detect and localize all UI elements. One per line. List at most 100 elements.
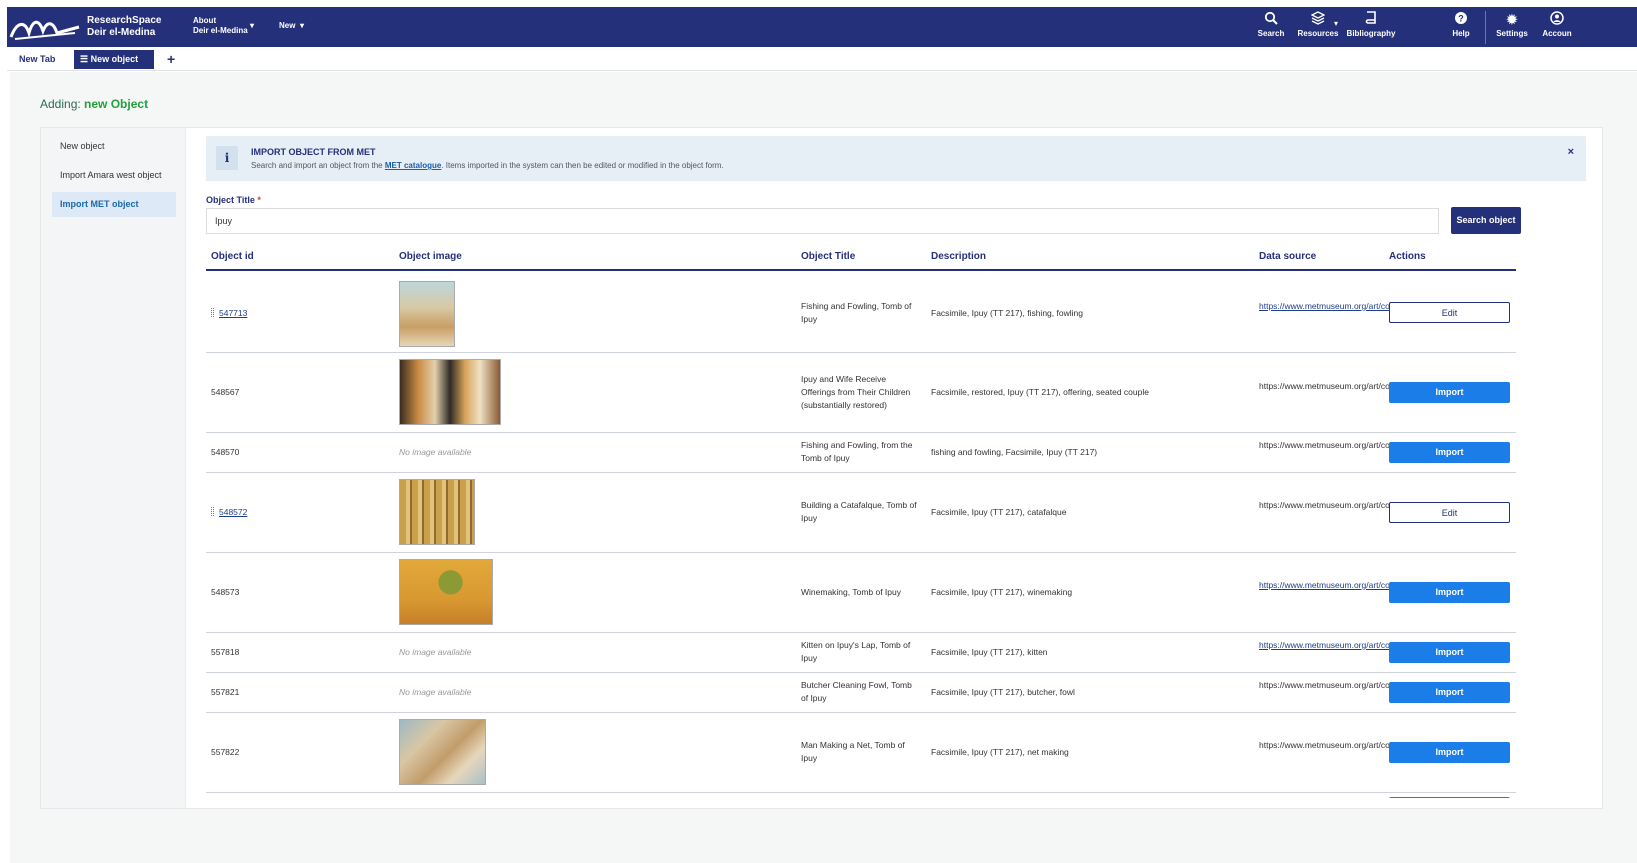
no-image-text: No image available (399, 447, 472, 457)
resources-tool[interactable]: Resources (1288, 11, 1348, 38)
bibliography-tool[interactable]: Bibliography (1341, 11, 1401, 38)
col-object-id: Object id (211, 251, 254, 262)
close-icon[interactable]: × (1568, 146, 1574, 158)
object-thumbnail[interactable] (399, 281, 455, 347)
add-tab-button[interactable]: + (167, 50, 175, 69)
info-banner: i IMPORT OBJECT FROM MET Search and impo… (206, 136, 1586, 181)
object-id: 548567 (211, 387, 240, 397)
user-icon (1532, 11, 1582, 29)
required-marker: * (257, 195, 261, 205)
import-button-partial[interactable] (1389, 797, 1510, 798)
data-source-text: https://www.metmuseum.org/art/collection… (1259, 381, 1475, 391)
object-title-input[interactable] (206, 208, 1439, 234)
object-id-link[interactable]: 548572 (211, 506, 247, 519)
object-title: Man Making a Net, Tomb of Ipuy (801, 740, 905, 763)
data-source-link[interactable]: https://www.metmuseum.org/art/collection… (1259, 579, 1475, 592)
no-image-text: No image available (399, 647, 472, 657)
search-object-button[interactable]: Search object (1451, 207, 1521, 234)
import-button[interactable]: Import (1389, 442, 1510, 463)
import-button[interactable]: Import (1389, 582, 1510, 603)
brand[interactable]: ResearchSpace Deir el-Medina (87, 15, 162, 39)
table-header: Object id Object image Object Title Desc… (206, 243, 1516, 271)
chevron-down-icon: ▾ (1334, 19, 1339, 28)
sidebar-item-new-object[interactable]: New object (52, 134, 176, 159)
object-description: Facsimile, Ipuy (TT 217), winemaking (931, 587, 1073, 597)
table-row: 548572 Building a Catafalque, Tomb of Ip… (206, 473, 1516, 553)
info-text-after: . Items imported in the system can then … (441, 161, 724, 170)
data-source-text: https://www.metmuseum.org/art/collection… (1259, 680, 1475, 690)
page-content: Adding: new Object New object Import Ama… (10, 72, 1637, 863)
col-object-image: Object image (399, 251, 462, 262)
object-description: Facsimile, Ipuy (TT 217), kitten (931, 647, 1048, 657)
col-object-title: Object Title (801, 251, 856, 262)
object-thumbnail[interactable] (399, 719, 486, 785)
edit-button[interactable]: Edit (1389, 502, 1510, 523)
results-table: 547713 Fishing and Fowling, Tomb of Ipuy… (206, 273, 1516, 798)
data-source-link[interactable]: https://www.metmuseum.org/art/collection… (1259, 300, 1475, 313)
tab-bar: New Tab ☰ New object + (7, 47, 1637, 71)
object-id: 548572 (219, 507, 248, 517)
drag-handle-icon[interactable] (211, 308, 214, 317)
object-id-link[interactable]: 547713 (211, 307, 247, 320)
table-row: 548567 Ipuy and Wife Receive Offerings f… (206, 353, 1516, 433)
object-id: 548573 (211, 587, 240, 597)
object-thumbnail[interactable] (399, 479, 475, 545)
search-tool-label: Search (1257, 29, 1285, 38)
logo-icon[interactable] (9, 13, 81, 43)
tab-new-tab[interactable]: New Tab (19, 50, 55, 69)
object-title: Kitten on Ipuy's Lap, Tomb of Ipuy (801, 640, 911, 663)
object-id: 547713 (219, 308, 248, 318)
table-row: 557818 No image available Kitten on Ipuy… (206, 633, 1516, 673)
account-tool[interactable]: Accoun (1532, 11, 1582, 38)
import-button[interactable]: Import (1389, 742, 1510, 763)
new-menu[interactable]: New ▾ (279, 21, 304, 31)
sidebar-item-import-met[interactable]: Import MET object (52, 192, 176, 217)
table-row: 548573 Winemaking, Tomb of Ipuy Facsimil… (206, 553, 1516, 633)
new-label: New (279, 21, 296, 30)
page-title: Adding: new Object (40, 97, 148, 111)
object-description: Facsimile, Ipuy (TT 217), catafalque (931, 507, 1067, 517)
object-description: Facsimile, restored, Ipuy (TT 217), offe… (931, 387, 1149, 397)
object-thumbnail[interactable] (399, 359, 501, 425)
layers-icon (1288, 11, 1348, 29)
met-catalogue-link[interactable]: MET catalogue (385, 161, 441, 170)
object-title: Ipuy and Wife Receive Offerings from The… (801, 374, 911, 410)
edit-list-icon: ☰ (80, 54, 89, 64)
object-title: Building a Catafalque, Tomb of Ipuy (801, 500, 917, 523)
edit-button[interactable]: Edit (1389, 302, 1510, 323)
svg-text:?: ? (1458, 14, 1464, 24)
info-icon: i (216, 146, 238, 170)
sidebar-item-import-amara-west[interactable]: Import Amara west object (52, 163, 176, 188)
object-thumbnail[interactable] (399, 559, 493, 625)
import-button[interactable]: Import (1389, 682, 1510, 703)
object-description: fishing and fowling, Facsimile, Ipuy (TT… (931, 447, 1098, 457)
import-button[interactable]: Import (1389, 642, 1510, 663)
chevron-down-icon: ▾ (250, 21, 255, 30)
object-title: Fishing and Fowling, Tomb of Ipuy (801, 301, 912, 324)
data-source-text: https://www.metmuseum.org/art/collection… (1259, 740, 1475, 750)
chevron-down-icon: ▾ (300, 21, 305, 30)
info-text-before: Search and import an object from the (251, 161, 383, 170)
book-icon (1341, 11, 1401, 29)
tab-new-object-label: New object (90, 54, 139, 64)
tab-new-object[interactable]: ☰ New object (74, 50, 154, 69)
import-button[interactable]: Import (1389, 382, 1510, 403)
about-menu[interactable]: About Deir el-Medina ▾ (193, 16, 254, 36)
object-title-label: Object Title * (206, 195, 261, 205)
object-description: Facsimile, Ipuy (TT 217), butcher, fowl (931, 687, 1075, 697)
object-title: Butcher Cleaning Fowl, Tomb of Ipuy (801, 680, 912, 703)
data-source-text: https://www.metmuseum.org/art/collection… (1259, 500, 1475, 510)
brand-title: ResearchSpace (87, 15, 162, 26)
col-description: Description (931, 251, 987, 262)
no-image-text: No image available (399, 687, 472, 697)
drag-handle-icon[interactable] (211, 507, 214, 516)
object-id: 557822 (211, 747, 240, 757)
info-text: Search and import an object from the MET… (251, 161, 724, 170)
table-row: 547713 Fishing and Fowling, Tomb of Ipuy… (206, 273, 1516, 353)
object-id: 548570 (211, 447, 240, 457)
data-source-link[interactable]: https://www.metmuseum.org/art/collection… (1259, 639, 1475, 652)
resources-tool-label: Resources (1297, 29, 1339, 38)
col-actions: Actions (1389, 251, 1426, 262)
page-title-entity: new Object (84, 97, 149, 111)
info-title: IMPORT OBJECT FROM MET (251, 147, 376, 157)
